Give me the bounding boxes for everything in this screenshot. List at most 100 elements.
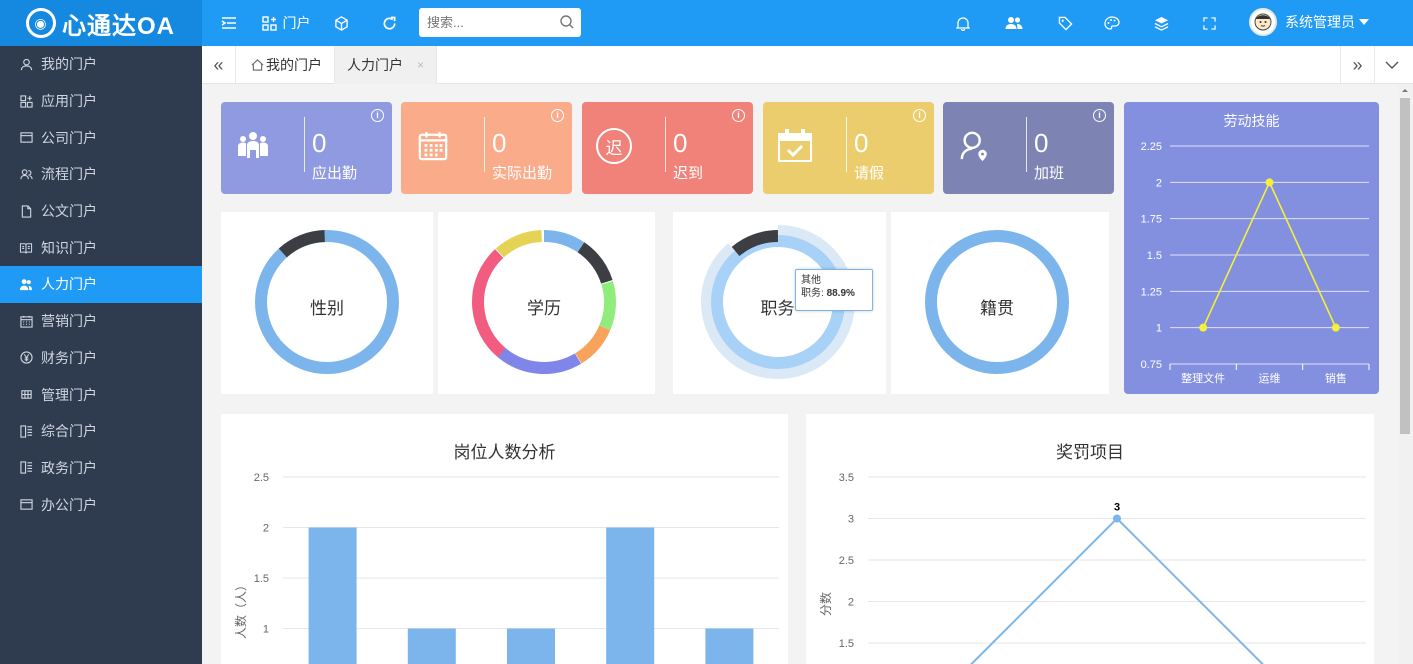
sidebar-item-label: 流程门户 (41, 166, 97, 183)
stat-value: 0 (854, 128, 869, 158)
menu-toggle-icon[interactable] (216, 0, 242, 46)
cube-icon[interactable] (328, 0, 354, 46)
calendar-check-icon (775, 126, 815, 166)
sidebar-item[interactable]: 知识门户 (0, 229, 202, 266)
y-tick-label: 2.5 (839, 555, 854, 567)
y-tick-label: 2 (848, 597, 854, 609)
search-icon[interactable] (559, 14, 575, 30)
position-count-panel: 岗位人数分析 1 1.5 2 2.5 人数（人） (221, 414, 788, 664)
stat-value: 0 (673, 128, 688, 158)
app-logo[interactable]: ◉ 心通达OA (0, 0, 202, 46)
bell-icon[interactable] (952, 0, 974, 46)
info-icon[interactable]: i (551, 109, 564, 122)
education-donut-panel: 学历 (438, 212, 655, 394)
tab-close-icon[interactable]: × (417, 58, 424, 72)
sidebar-item-label: 我的门户 (41, 56, 97, 73)
y-tick-label: 2 (1156, 177, 1162, 189)
user-icon (19, 57, 33, 71)
tooltip-key: 职务: (801, 288, 827, 299)
logo-mark-icon: ◉ (26, 8, 56, 38)
y-tick-label: 0.75 (1141, 359, 1162, 371)
sidebar-item-label: 知识门户 (41, 239, 97, 256)
late-badge-icon: 迟 (594, 126, 634, 166)
sidebar-item[interactable]: 我的门户 (0, 46, 202, 83)
sidebar-item-label: 政务门户 (41, 459, 97, 476)
user-menu[interactable]: 系统管理员 (1249, 8, 1369, 36)
data-point (1113, 514, 1121, 523)
scroll-up-icon[interactable] (1397, 84, 1413, 96)
sidebar-item[interactable]: 管理门户 (0, 376, 202, 413)
sidebar-item[interactable]: 人力门户 (0, 266, 202, 303)
stat-card[interactable]: 0 请假 i (763, 102, 934, 194)
caret-down-icon (1359, 19, 1369, 25)
tab-my-portal[interactable]: 我的门户 (239, 46, 335, 84)
sidebar-item[interactable]: 财务门户 (0, 340, 202, 377)
stat-card[interactable]: 迟 0 迟到 i (582, 102, 753, 194)
info-icon[interactable]: i (1093, 109, 1106, 122)
sidebar-item-label: 公文门户 (41, 203, 97, 220)
window-icon (19, 131, 33, 145)
stat-card[interactable]: 0 实际出勤 i (401, 102, 572, 194)
series-line (970, 517, 1264, 664)
user-name: 系统管理员 (1285, 14, 1355, 30)
sidebar-item-label: 管理门户 (41, 386, 97, 403)
y-tick-label: 1.75 (1141, 214, 1162, 226)
layers-icon[interactable] (1150, 0, 1172, 46)
y-tick-label: 1.5 (254, 573, 269, 585)
bar (606, 527, 655, 664)
stat-card[interactable]: 0 加班 i (943, 102, 1114, 194)
tabs-scroll-right-icon[interactable]: » (1340, 46, 1374, 84)
sidebar-item[interactable]: 政务门户 (0, 450, 202, 487)
tab-label: 我的门户 (266, 57, 322, 73)
sidebar-item[interactable]: 公文门户 (0, 193, 202, 230)
refresh-icon[interactable] (376, 0, 402, 46)
y-tick-label: 1.5 (1147, 250, 1162, 262)
tabs-scroll-left-icon[interactable]: « (202, 46, 236, 84)
card-divider (846, 117, 847, 172)
y-tick-label: 1.5 (839, 638, 854, 650)
sidebar-item[interactable]: 公司门户 (0, 119, 202, 156)
sidebar-item[interactable]: 综合门户 (0, 413, 202, 450)
book-icon (19, 241, 33, 255)
contacts-icon[interactable] (1002, 0, 1026, 46)
card-divider (304, 117, 305, 172)
stat-card[interactable]: 0 应出勤 i (221, 102, 392, 194)
tag-icon[interactable] (1054, 0, 1076, 46)
scrollbar-thumb[interactable] (1400, 98, 1410, 434)
stat-label: 加班 (1034, 165, 1065, 182)
fullscreen-icon[interactable] (1198, 0, 1220, 46)
tab-hr-portal[interactable]: 人力门户 × (335, 46, 438, 84)
user-location-icon (955, 126, 995, 166)
apps-icon (19, 94, 33, 108)
tabs-dropdown-icon[interactable] (1374, 46, 1408, 84)
bar (407, 628, 456, 664)
info-icon[interactable]: i (913, 109, 926, 122)
stat-label: 迟到 (673, 165, 704, 182)
data-point (1265, 178, 1274, 187)
sidebar-item-label: 营销门户 (41, 313, 97, 330)
grid-icon (19, 388, 33, 402)
portal-menu-button[interactable]: 门户 (258, 0, 314, 46)
y-axis-title: 分数 (818, 592, 833, 616)
x-tick-label: 销售 (1325, 371, 1347, 385)
reward-panel: 奖罚项目 1.5 2 2.5 3 3.5 3 分数 (806, 414, 1374, 664)
portal-menu-label: 门户 (282, 15, 311, 31)
page-scrollbar[interactable] (1397, 84, 1413, 664)
sidebar-item[interactable]: 办公门户 (0, 486, 202, 523)
search-input[interactable] (419, 8, 549, 37)
reward-line-chart: 1.5 2 2.5 3 3.5 3 分数 (818, 472, 1366, 664)
tooltip-series: 其他 (801, 275, 821, 286)
bar (308, 527, 357, 664)
layout-icon (19, 461, 33, 475)
gender-donut-label: 性别 (310, 299, 344, 318)
palette-icon[interactable] (1101, 0, 1123, 46)
data-label: 3 (1114, 502, 1120, 514)
info-icon[interactable]: i (732, 109, 745, 122)
data-point (1199, 323, 1208, 332)
sidebar: 我的门户应用门户 公司门户流程门户公文门户知识门户人力门户营销门户财务门户管理门户… (0, 46, 202, 664)
sidebar-item[interactable]: 营销门户 (0, 303, 202, 340)
info-icon[interactable]: i (371, 109, 384, 122)
sidebar-item-label: 人力门户 (41, 276, 97, 293)
sidebar-item[interactable]: 应用门户 (0, 83, 202, 120)
sidebar-item[interactable]: 流程门户 (0, 156, 202, 193)
